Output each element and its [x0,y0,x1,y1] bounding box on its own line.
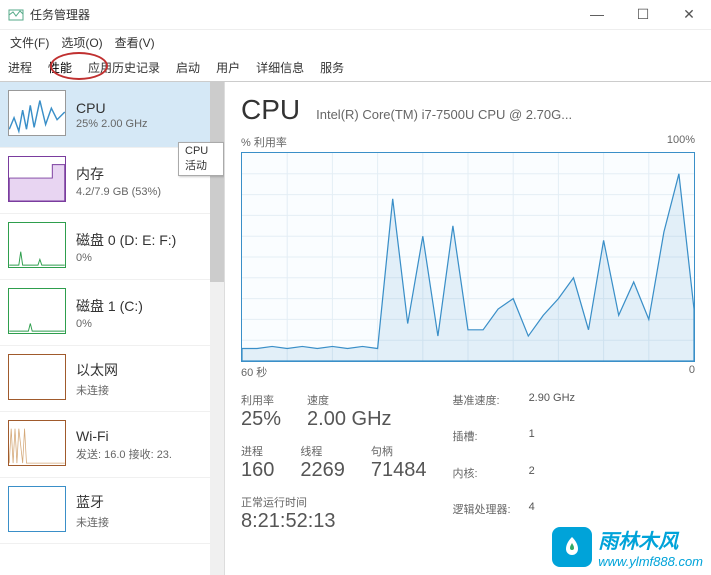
sidebar-item-label: 磁盘 1 (C:) [76,296,143,316]
sidebar-item-detail: 未连接 [76,514,109,530]
speed-value: 2.00 GHz [307,408,391,431]
sidebar-item-detail: 0% [76,318,143,330]
disk0-thumb [8,222,66,268]
proc-label: 进程 [241,443,274,459]
tabbar: 进程 性能 应用历史记录 启动 用户 详细信息 服务 [0,54,711,82]
sidebar-item-label: 磁盘 0 (D: E: F:) [76,230,176,250]
sidebar-item-label: 内存 [76,164,161,184]
window-title: 任务管理器 [30,6,583,23]
titlebar: 任务管理器 — ☐ ✕ [0,0,711,30]
proc-value: 160 [241,459,274,482]
memory-thumb [8,156,66,202]
sockets-value: 1 [529,428,575,460]
tooltip-cpu-activity: CPU 活动 [178,142,224,176]
maximize-button[interactable]: ☐ [629,6,657,23]
watermark: 雨林木风 www.ylmf888.com [552,525,703,569]
sidebar-item-detail: 25% 2.00 GHz [76,118,148,130]
uptime-label: 正常运行时间 [241,494,427,510]
menu-view[interactable]: 查看(V) [111,32,159,53]
sidebar-item-detail: 发送: 16.0 接收: 23. [76,446,172,462]
scrollbar-thumb[interactable] [210,82,224,282]
spec-grid: 基准速度:2.90 GHz 插槽:1 内核:2 逻辑处理器:4 [453,392,576,533]
thread-label: 线程 [300,443,345,459]
sidebar-item-detail: 0% [76,252,176,264]
uptime-value: 8:21:52:13 [241,510,427,533]
main-title: CPU [241,94,300,126]
sidebar-item-label: Wi-Fi [76,428,172,444]
tab-startup[interactable]: 启动 [168,55,208,80]
sidebar-item-label: CPU [76,100,148,116]
handle-value: 71484 [371,459,427,482]
sidebar-item-disk0[interactable]: 磁盘 0 (D: E: F:) 0% [0,214,224,280]
sidebar-item-wifi[interactable]: Wi-Fi 发送: 16.0 接收: 23. [0,412,224,478]
chart-x-right: 0 [689,364,695,380]
cpu-chart [241,152,695,362]
sockets-label: 插槽: [453,428,511,460]
cores-label: 内核: [453,465,511,497]
menu-options[interactable]: 选项(O) [57,32,106,53]
minimize-button[interactable]: — [583,6,611,23]
sidebar-item-label: 蓝牙 [76,492,109,512]
speed-label: 速度 [307,392,391,408]
watermark-url: www.ylmf888.com [598,554,703,569]
util-label: 利用率 [241,392,281,408]
base-speed-value: 2.90 GHz [529,392,575,424]
chart-y-label: % 利用率 [241,134,287,150]
thread-value: 2269 [300,459,345,482]
chart-x-label: 60 秒 [241,364,267,380]
cores-value: 2 [529,465,575,497]
sidebar-item-ethernet[interactable]: 以太网 未连接 [0,346,224,412]
sidebar-item-cpu[interactable]: CPU 25% 2.00 GHz [0,82,224,148]
tab-app-history[interactable]: 应用历史记录 [80,55,168,80]
bluetooth-thumb [8,486,66,532]
main-panel: CPU Intel(R) Core(TM) i7-7500U CPU @ 2.7… [225,82,711,575]
main-subtitle: Intel(R) Core(TM) i7-7500U CPU @ 2.70G..… [316,107,572,122]
watermark-logo-icon [552,527,592,567]
menubar: 文件(F) 选项(O) 查看(V) [0,30,711,54]
sidebar-item-detail: 4.2/7.9 GB (53%) [76,186,161,198]
sidebar-item-label: 以太网 [76,360,118,380]
handle-label: 句柄 [371,443,427,459]
tab-details[interactable]: 详细信息 [248,55,312,80]
util-value: 25% [241,408,281,431]
menu-file[interactable]: 文件(F) [6,32,53,53]
cpu-thumb [8,90,66,136]
sidebar: CPU 25% 2.00 GHz 内存 4.2/7.9 GB (53%) 磁盘 … [0,82,225,575]
close-button[interactable]: ✕ [675,6,703,23]
tab-services[interactable]: 服务 [312,55,352,80]
sidebar-item-disk1[interactable]: 磁盘 1 (C:) 0% [0,280,224,346]
sidebar-item-detail: 未连接 [76,382,118,398]
sidebar-item-bluetooth[interactable]: 蓝牙 未连接 [0,478,224,544]
watermark-text: 雨林木风 [598,525,703,554]
ethernet-thumb [8,354,66,400]
tab-performance[interactable]: 性能 [40,55,80,80]
wifi-thumb [8,420,66,466]
tab-processes[interactable]: 进程 [0,55,40,80]
app-icon [8,7,24,23]
tab-users[interactable]: 用户 [208,55,248,80]
chart-y-max: 100% [667,134,695,150]
base-speed-label: 基准速度: [453,392,511,424]
lps-label: 逻辑处理器: [453,501,511,533]
disk1-thumb [8,288,66,334]
